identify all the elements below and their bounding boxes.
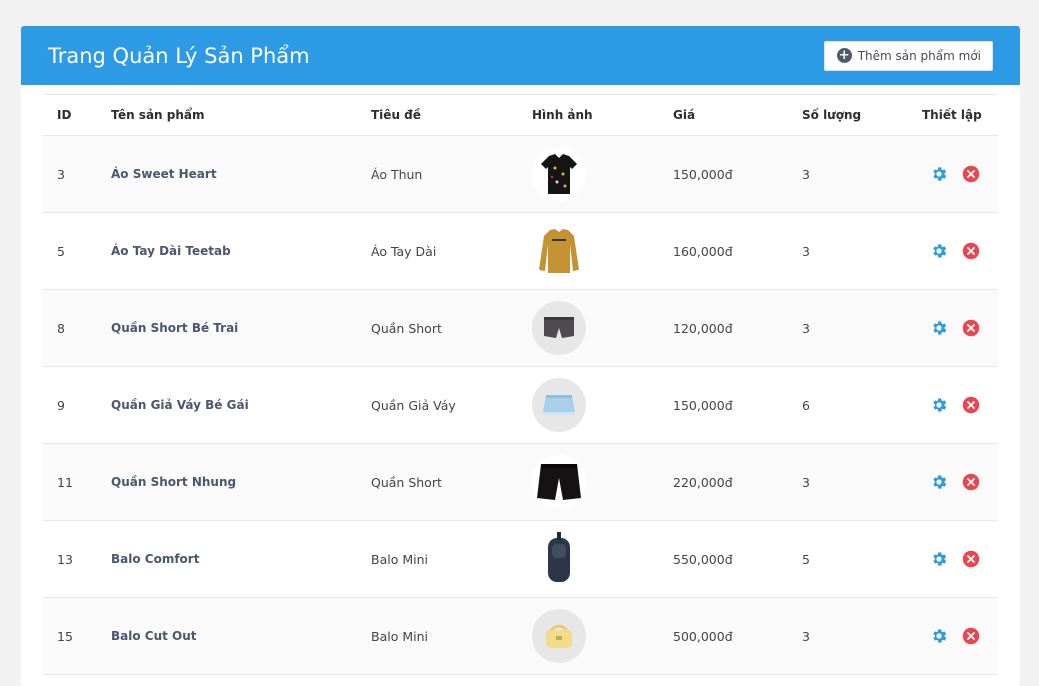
cell-product-name: Quần Short Nhung (97, 443, 357, 521)
add-product-label: Thêm sản phẩm mới (857, 48, 981, 63)
cell-id: 5 (43, 212, 97, 290)
cell-price: 120,000đ (659, 289, 788, 367)
table-header-row: ID Tên sản phẩm Tiêu đề Hình ảnh Giá Số … (43, 94, 998, 136)
cell-product-name: Balo Comfort (97, 520, 357, 598)
cell-price: 150,000đ (659, 366, 788, 444)
product-thumbnail (532, 224, 586, 278)
cell-actions (908, 135, 998, 213)
table-row: 13 Balo Comfort Balo Mini 550,000đ 5 (43, 520, 998, 598)
col-image: Hình ảnh (518, 94, 659, 136)
cell-title: Quần Short (357, 289, 518, 367)
cell-qty: 3 (788, 443, 908, 521)
cell-price: 550,000đ (659, 520, 788, 598)
cell-title: Áo Tay Dài (357, 212, 518, 290)
cell-id: 9 (43, 366, 97, 444)
close-circle-icon[interactable] (962, 396, 980, 414)
plus-circle-icon: + (836, 48, 852, 63)
cell-image (518, 520, 659, 598)
table-row: 8 Quần Short Bé Trai Quần Short 120,000đ… (43, 289, 998, 367)
cell-qty: 5 (788, 520, 908, 598)
cell-product-name: Áo Tay Dài Teetab (97, 212, 357, 290)
cell-product-name: Balo Cut Out (97, 597, 357, 675)
cell-title: Balo Mini (357, 597, 518, 675)
product-thumbnail (532, 455, 586, 509)
table-row: 5 Áo Tay Dài Teetab Áo Tay Dài 160,000đ … (43, 212, 998, 290)
product-thumbnail (532, 147, 586, 201)
gear-icon[interactable] (930, 319, 948, 337)
cell-product-name: Quần Giả Váy Bé Gái (97, 366, 357, 444)
cell-image (518, 212, 659, 290)
gear-icon[interactable] (930, 396, 948, 414)
close-circle-icon[interactable] (962, 627, 980, 645)
product-thumbnail (532, 609, 586, 663)
product-thumbnail (532, 532, 586, 586)
add-product-button[interactable]: + Thêm sản phẩm mới (823, 40, 993, 71)
col-id: ID (43, 94, 97, 136)
cell-actions (908, 520, 998, 598)
row-actions (922, 165, 998, 183)
row-actions (922, 473, 998, 491)
close-circle-icon[interactable] (962, 165, 980, 183)
page-title: Trang Quản Lý Sản Phẩm (48, 43, 310, 68)
table-row: 15 Balo Cut Out Balo Mini 500,000đ 3 (43, 597, 998, 675)
close-circle-icon[interactable] (962, 550, 980, 568)
product-thumbnail (532, 301, 586, 355)
table-row: 3 Áo Sweet Heart Áo Thun 150,000đ 3 (43, 135, 998, 213)
gear-icon[interactable] (930, 550, 948, 568)
cell-price: 220,000đ (659, 443, 788, 521)
cell-id: 15 (43, 597, 97, 675)
panel-header: Trang Quản Lý Sản Phẩm + Thêm sản phẩm m… (21, 26, 1020, 85)
table-row: 11 Quần Short Nhung Quần Short 220,000đ … (43, 443, 998, 521)
cell-price: 160,000đ (659, 212, 788, 290)
cell-product-name: Quần Short Bé Trai (97, 289, 357, 367)
col-title: Tiêu đề (357, 94, 518, 136)
cell-qty: 3 (788, 597, 908, 675)
cell-actions (908, 212, 998, 290)
col-qty: Số lượng (788, 94, 908, 136)
row-actions (922, 242, 998, 260)
cell-actions (908, 443, 998, 521)
cell-actions (908, 597, 998, 675)
cell-actions (908, 289, 998, 367)
cell-actions (908, 366, 998, 444)
product-thumbnail (532, 378, 586, 432)
row-actions (922, 627, 998, 645)
gear-icon[interactable] (930, 165, 948, 183)
cell-image (518, 366, 659, 444)
close-circle-icon[interactable] (962, 473, 980, 491)
gear-icon[interactable] (930, 242, 948, 260)
cell-title: Quần Short (357, 443, 518, 521)
cell-image (518, 289, 659, 367)
close-circle-icon[interactable] (962, 242, 980, 260)
cell-image (518, 135, 659, 213)
product-table: ID Tên sản phẩm Tiêu đề Hình ảnh Giá Số … (43, 94, 998, 675)
col-settings: Thiết lập (908, 94, 998, 136)
gear-icon[interactable] (930, 627, 948, 645)
gear-icon[interactable] (930, 473, 948, 491)
cell-qty: 3 (788, 212, 908, 290)
cell-id: 3 (43, 135, 97, 213)
cell-id: 8 (43, 289, 97, 367)
row-actions (922, 396, 998, 414)
cell-title: Quần Giả Váy (357, 366, 518, 444)
cell-qty: 3 (788, 135, 908, 213)
table-row: 9 Quần Giả Váy Bé Gái Quần Giả Váy 150,0… (43, 366, 998, 444)
row-actions (922, 550, 998, 568)
product-panel: Trang Quản Lý Sản Phẩm + Thêm sản phẩm m… (21, 26, 1020, 686)
cell-image (518, 597, 659, 675)
cell-price: 150,000đ (659, 135, 788, 213)
cell-price: 500,000đ (659, 597, 788, 675)
cell-title: Balo Mini (357, 520, 518, 598)
cell-qty: 3 (788, 289, 908, 367)
cell-product-name: Áo Sweet Heart (97, 135, 357, 213)
cell-qty: 6 (788, 366, 908, 444)
cell-id: 11 (43, 443, 97, 521)
col-price: Giá (659, 94, 788, 136)
row-actions (922, 319, 998, 337)
close-circle-icon[interactable] (962, 319, 980, 337)
cell-title: Áo Thun (357, 135, 518, 213)
cell-id: 13 (43, 520, 97, 598)
col-name: Tên sản phẩm (97, 94, 357, 136)
cell-image (518, 443, 659, 521)
